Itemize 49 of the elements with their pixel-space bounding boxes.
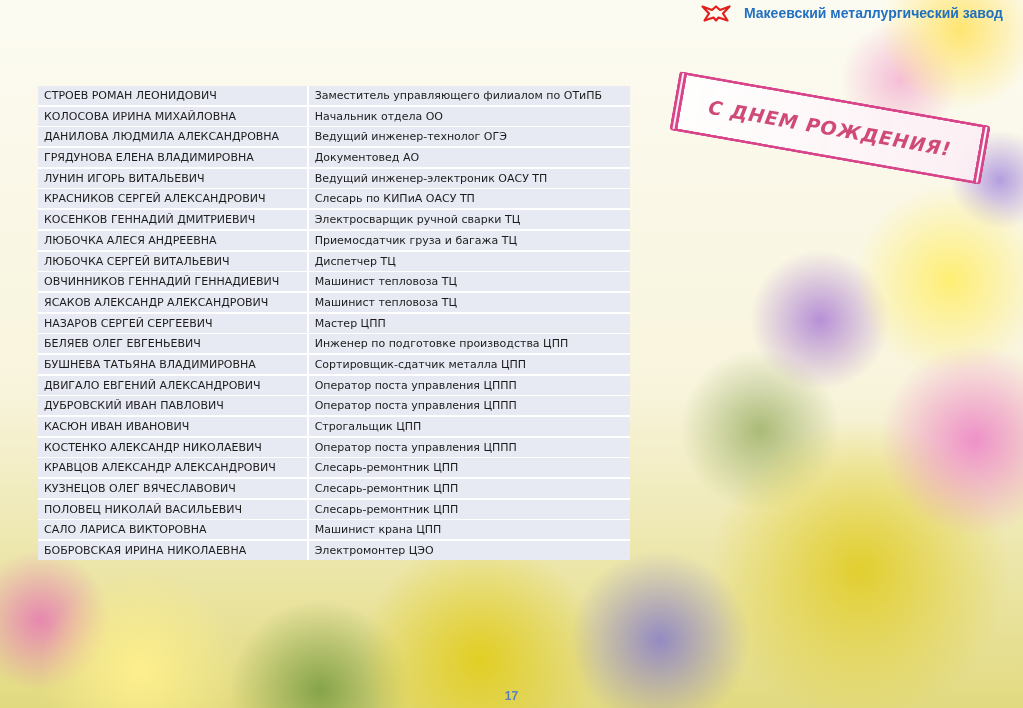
table-cell: Сортировщик-сдатчик металла ЦПП	[308, 354, 630, 374]
table-cell: ЛУНИН ИГОРЬ ВИТАЛЬЕВИЧ	[38, 168, 307, 188]
table-cell: ДУБРОВСКИЙ ИВАН ПАВЛОВИЧ	[38, 396, 307, 416]
table-cell: Слесарь-ремонтник ЦПП	[308, 458, 630, 478]
table-cell: КРАСНИКОВ СЕРГЕЙ АЛЕКСАНДРОВИЧ	[38, 189, 307, 209]
table-cell: КОСТЕНКО АЛЕКСАНДР НИКОЛАЕВИЧ	[38, 437, 307, 457]
table-cell: Начальник отдела ОО	[308, 106, 630, 126]
table-cell: КРАВЦОВ АЛЕКСАНДР АЛЕКСАНДРОВИЧ	[38, 458, 307, 478]
table-cell: Электросварщик ручной сварки ТЦ	[308, 210, 630, 230]
table-cell: Ведущий инженер-технолог ОГЭ	[308, 127, 630, 147]
table-cell: КАСЮН ИВАН ИВАНОВИЧ	[38, 417, 307, 436]
table-cell: КОЛОСОВА ИРИНА МИХАЙЛОВНА	[38, 106, 307, 126]
table-cell: ОВЧИННИКОВ ГЕННАДИЙ ГЕННАДИЕВИЧ	[38, 272, 307, 292]
table-cell: Документовед АО	[308, 148, 630, 168]
table-cell: КОСЕНКОВ ГЕННАДИЙ ДМИТРИЕВИЧ	[38, 210, 307, 230]
table-cell: Слесарь-ремонтник ЦПП	[308, 479, 630, 499]
table-cell: Слесарь-ремонтник ЦПП	[308, 499, 630, 519]
table-cell: ЛЮБОЧКА АЛЕСЯ АНДРЕЕВНА	[38, 230, 307, 250]
table-cell: Приемосдатчик груза и багажа ТЦ	[308, 230, 630, 250]
table-cell: БУШНЕВА ТАТЬЯНА ВЛАДИМИРОВНА	[38, 354, 307, 374]
table-cell: КУЗНЕЦОВ ОЛЕГ ВЯЧЕСЛАВОВИЧ	[38, 479, 307, 499]
table-cell: НАЗАРОВ СЕРГЕЙ СЕРГЕЕВИЧ	[38, 313, 307, 333]
page-number: 17	[504, 689, 519, 703]
table-cell: ЯСАКОВ АЛЕКСАНДР АЛЕКСАНДРОВИЧ	[38, 292, 307, 312]
star-logo-icon	[701, 4, 731, 22]
company-name: Макеевский металлургический завод	[744, 5, 1003, 21]
table-cell: БЕЛЯЕВ ОЛЕГ ЕВГЕНЬЕВИЧ	[38, 334, 307, 354]
table-cell: БОБРОВСКАЯ ИРИНА НИКОЛАЕВНА	[38, 541, 307, 561]
table-cell: Строгальщик ЦПП	[308, 417, 630, 436]
table-cell: Оператор поста управления ЦППП	[308, 437, 630, 457]
table-cell: Машинист тепловоза ТЦ	[308, 272, 630, 292]
table-cell: САЛО ЛАРИСА ВИКТОРОВНА	[38, 520, 307, 540]
table-cell: Слесарь по КИПиА ОАСУ ТП	[308, 189, 630, 209]
table-cell: Оператор поста управления ЦППП	[308, 375, 630, 395]
table-cell: Мастер ЦПП	[308, 313, 630, 333]
table-cell: Оператор поста управления ЦППП	[308, 396, 630, 416]
table-cell: ГРЯДУНОВА ЕЛЕНА ВЛАДИМИРОВНА	[38, 148, 307, 168]
table-cell: Ведущий инженер-электроник ОАСУ ТП	[308, 168, 630, 188]
table-cell: Машинист крана ЦПП	[308, 520, 630, 540]
table-cell: Диспетчер ТЦ	[308, 251, 630, 271]
table-cell: ПОЛОВЕЦ НИКОЛАЙ ВАСИЛЬЕВИЧ	[38, 499, 307, 519]
table-cell: ЛЮБОЧКА СЕРГЕЙ ВИТАЛЬЕВИЧ	[38, 251, 307, 271]
table-cell: Заместитель управляющего филиалом по ОТиПБ	[308, 86, 630, 105]
table-cell: Инженер по подготовке производства ЦПП	[308, 334, 630, 354]
table-cell: Машинист тепловоза ТЦ	[308, 292, 630, 312]
table-cell: Электромонтер ЦЭО	[308, 541, 630, 561]
table-cell: ДВИГАЛО ЕВГЕНИЙ АЛЕКСАНДРОВИЧ	[38, 375, 307, 395]
table-cell: ДАНИЛОВА ЛЮДМИЛА АЛЕКСАНДРОВНА	[38, 127, 307, 147]
table-cell: СТРОЕВ РОМАН ЛЕОНИДОВИЧ	[38, 86, 307, 105]
